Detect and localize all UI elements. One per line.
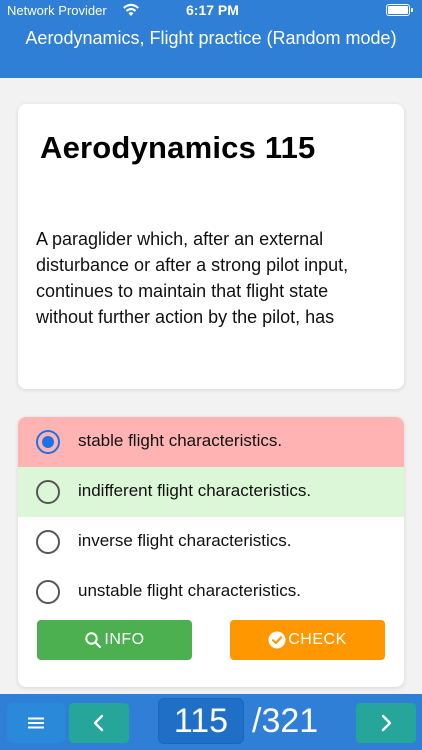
answer-label: stable flight characteristics. bbox=[78, 431, 283, 450]
check-circle-icon bbox=[268, 631, 286, 649]
top-bar: Network Provider 6:17 PM Aerodynamics, F… bbox=[0, 0, 422, 78]
previous-question-button[interactable] bbox=[69, 703, 129, 743]
info-button-label: INFO bbox=[104, 631, 145, 648]
wifi-icon bbox=[123, 3, 139, 16]
check-button-label: CHECK bbox=[288, 631, 347, 648]
next-question-button[interactable] bbox=[356, 703, 416, 743]
answer-option-3[interactable]: inverse flight characteristics. bbox=[18, 517, 404, 567]
radio-icon[interactable] bbox=[36, 480, 60, 504]
check-button[interactable]: CHECK bbox=[230, 620, 385, 660]
answer-label: inverse flight characteristics. bbox=[78, 531, 292, 550]
search-icon bbox=[85, 632, 102, 649]
info-button[interactable]: INFO bbox=[37, 620, 192, 660]
chevron-left-icon bbox=[93, 714, 104, 732]
hamburger-menu-icon bbox=[28, 717, 44, 729]
answer-option-2[interactable]: indifferent flight characteristics. bbox=[18, 467, 404, 517]
radio-icon[interactable] bbox=[36, 580, 60, 604]
radio-icon[interactable] bbox=[36, 530, 60, 554]
question-title: Aerodynamics 115 bbox=[40, 130, 316, 165]
bottom-nav-bar: 115 /321 bbox=[0, 694, 422, 750]
page-title: Aerodynamics, Flight practice (Random mo… bbox=[25, 28, 397, 48]
battery-icon bbox=[386, 4, 413, 16]
chevron-right-icon bbox=[381, 714, 392, 732]
current-question-number[interactable]: 115 bbox=[158, 698, 244, 744]
menu-button[interactable] bbox=[7, 703, 65, 743]
radio-selected-icon[interactable] bbox=[36, 430, 60, 454]
answers-card: stable flight characteristics. indiffere… bbox=[18, 417, 404, 687]
total-questions: /321 bbox=[252, 702, 319, 740]
question-card: Aerodynamics 115 A paraglider which, aft… bbox=[18, 104, 404, 389]
question-text: A paraglider which, after an external di… bbox=[36, 229, 349, 327]
carrier-label: Network Provider bbox=[7, 3, 107, 18]
answer-option-1[interactable]: stable flight characteristics. bbox=[18, 417, 404, 467]
answer-label: indifferent flight characteristics. bbox=[78, 481, 312, 500]
answer-label: unstable flight characteristics. bbox=[78, 581, 301, 600]
answer-option-4[interactable]: unstable flight characteristics. bbox=[18, 567, 404, 617]
status-bar: Network Provider 6:17 PM bbox=[0, 0, 422, 22]
clock: 6:17 PM bbox=[186, 2, 239, 18]
